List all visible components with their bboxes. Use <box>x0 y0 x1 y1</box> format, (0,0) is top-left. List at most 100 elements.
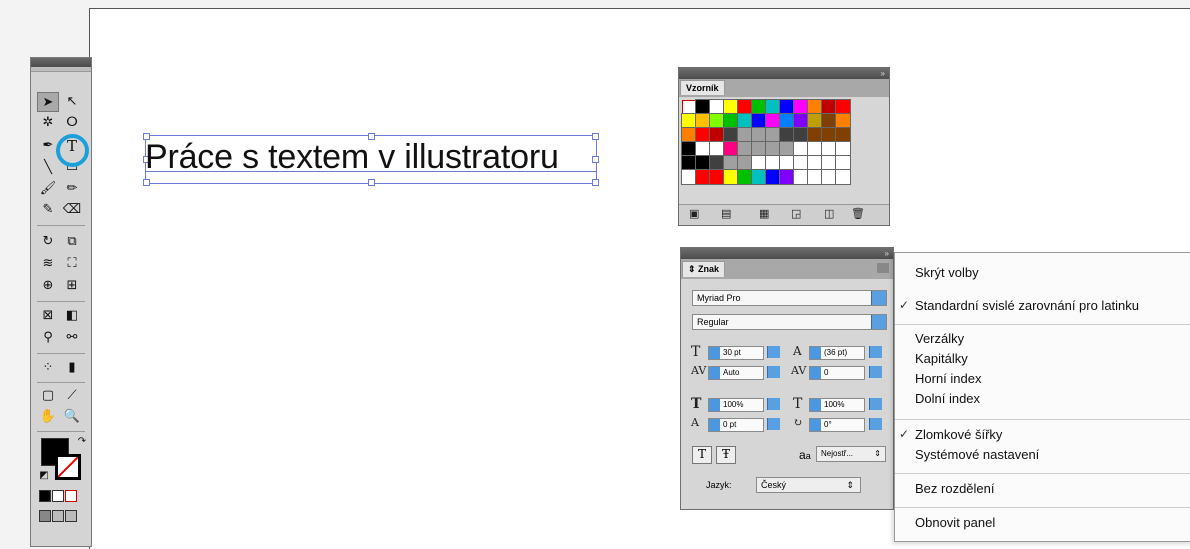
color-swatch[interactable] <box>682 100 696 114</box>
tools-panel-header[interactable] <box>31 58 91 67</box>
color-swatch[interactable] <box>681 113 697 129</box>
color-swatch[interactable] <box>737 113 753 129</box>
color-swatch[interactable] <box>737 127 753 143</box>
slice-icon[interactable]: ⟋ <box>61 386 83 406</box>
chevron-down-icon[interactable] <box>869 366 882 378</box>
color-swatch[interactable] <box>723 169 739 185</box>
color-swatch[interactable] <box>779 155 795 171</box>
swatches-panel-header[interactable]: » <box>679 68 889 79</box>
handle[interactable] <box>368 179 375 186</box>
color-swatch[interactable] <box>737 99 753 115</box>
chevron-down-icon[interactable] <box>869 418 882 430</box>
color-swatch[interactable] <box>695 169 711 185</box>
shape-builder-icon[interactable]: ⊕ <box>37 276 59 296</box>
menu-item[interactable]: Standardní svislé zarovnání pro latinku <box>915 298 1139 313</box>
menu-item[interactable]: Obnovit panel <box>915 515 995 530</box>
chevron-down-icon[interactable] <box>869 346 882 358</box>
color-swatch[interactable] <box>723 99 739 115</box>
handle[interactable] <box>143 179 150 186</box>
panel-menu-icon[interactable] <box>877 263 889 273</box>
tools-panel-grip[interactable] <box>31 67 91 72</box>
color-swatch[interactable] <box>793 127 809 143</box>
pencil-icon[interactable]: ✏ <box>61 179 83 199</box>
hand-icon[interactable]: ✋ <box>37 407 59 427</box>
menu-item[interactable]: Skrýt volby <box>915 265 979 280</box>
color-swatch[interactable] <box>681 127 697 143</box>
leading-field[interactable]: (36 pt) <box>809 346 865 360</box>
direct-selection-icon[interactable]: ↖ <box>61 92 83 112</box>
new-color-group-icon[interactable]: ◲ <box>791 207 801 220</box>
color-swatch[interactable] <box>737 141 753 157</box>
vertical-scale-field[interactable]: 100% <box>708 398 764 412</box>
color-swatch[interactable] <box>793 169 809 185</box>
show-kinds-icon[interactable]: ▤ <box>721 207 731 220</box>
color-swatch[interactable] <box>709 127 725 143</box>
color-swatch[interactable] <box>807 99 823 115</box>
paintbrush-icon[interactable]: 🖌 <box>37 179 59 199</box>
color-swatch[interactable] <box>751 113 767 129</box>
font-size-field[interactable]: 30 pt <box>708 346 764 360</box>
color-swatch[interactable] <box>807 141 823 157</box>
font-family-select[interactable]: Myriad Pro <box>692 290 887 306</box>
menu-item[interactable]: Bez rozdělení <box>915 481 995 496</box>
color-swatch[interactable] <box>695 155 711 171</box>
color-swatch[interactable] <box>765 141 781 157</box>
spinner-icon[interactable] <box>810 367 821 379</box>
color-swatch[interactable] <box>765 99 781 115</box>
color-swatch[interactable] <box>793 99 809 115</box>
color-swatch[interactable] <box>709 113 725 129</box>
color-swatch[interactable] <box>751 169 767 185</box>
eraser-icon[interactable]: ⌫ <box>61 200 83 220</box>
blob-brush-icon[interactable]: ✎ <box>37 200 59 220</box>
color-swatch[interactable] <box>695 99 711 115</box>
handle[interactable] <box>592 133 599 140</box>
chevron-down-icon[interactable] <box>767 366 780 378</box>
spinner-icon[interactable] <box>810 347 821 359</box>
rotation-field[interactable]: 0° <box>809 418 865 432</box>
antialias-select[interactable]: Nejostř... ⇕ <box>816 446 886 462</box>
character-panel-header[interactable]: » <box>681 248 893 259</box>
chevron-down-icon[interactable] <box>869 398 882 410</box>
free-transform-icon[interactable]: ⛶ <box>61 254 83 274</box>
chevron-down-icon[interactable] <box>871 291 886 305</box>
color-swatch[interactable] <box>765 155 781 171</box>
stroke-color-swatch[interactable] <box>55 454 81 480</box>
color-swatch[interactable] <box>821 99 837 115</box>
none-mode-icon[interactable] <box>65 490 77 502</box>
color-swatch[interactable] <box>681 169 697 185</box>
zoom-icon[interactable]: 🔍 <box>61 407 83 427</box>
horizontal-scale-field[interactable]: 100% <box>809 398 865 412</box>
draw-inside-icon[interactable] <box>65 510 77 522</box>
tab-vzornik[interactable]: Vzorník <box>680 80 725 95</box>
menu-item[interactable]: Zlomkové šířky <box>915 427 1002 442</box>
gradient-icon[interactable]: ◧ <box>61 306 83 326</box>
spinner-icon[interactable] <box>709 367 720 379</box>
selection-icon[interactable]: ➤ <box>37 92 59 112</box>
color-swatch[interactable] <box>709 155 725 171</box>
spinner-icon[interactable] <box>810 419 821 431</box>
draw-normal-icon[interactable] <box>39 510 51 522</box>
spinner-icon[interactable] <box>709 399 720 411</box>
line-icon[interactable]: ╲ <box>37 158 59 178</box>
chevron-down-icon[interactable] <box>767 346 780 358</box>
color-swatch[interactable] <box>821 155 837 171</box>
color-swatch[interactable] <box>723 127 739 143</box>
color-swatch[interactable] <box>751 141 767 157</box>
scale-icon[interactable]: ⧉ <box>61 232 83 252</box>
font-style-select[interactable]: Regular <box>692 314 887 330</box>
default-colors-icon[interactable]: ◩ <box>33 466 55 486</box>
color-swatch[interactable] <box>681 141 697 157</box>
color-swatch[interactable] <box>779 141 795 157</box>
color-swatch[interactable] <box>779 169 795 185</box>
color-swatch[interactable] <box>695 141 711 157</box>
color-swatch[interactable] <box>737 155 753 171</box>
magic-wand-icon[interactable]: ✲ <box>37 113 59 133</box>
delete-swatch-icon[interactable]: 🗑 <box>851 207 865 220</box>
chevron-down-icon[interactable] <box>767 418 780 430</box>
spinner-icon[interactable] <box>709 347 720 359</box>
color-swatch[interactable] <box>779 113 795 129</box>
color-swatch[interactable] <box>681 155 697 171</box>
new-swatch-icon[interactable]: ◫ <box>824 207 834 220</box>
color-swatch[interactable] <box>751 127 767 143</box>
warp-icon[interactable]: ≋ <box>37 254 59 274</box>
